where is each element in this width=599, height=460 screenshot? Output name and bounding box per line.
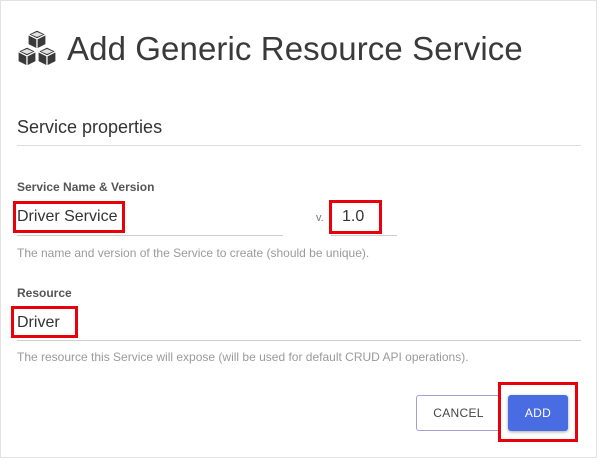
service-name-underline — [17, 235, 283, 236]
section-title: Service properties — [17, 117, 163, 137]
cubes-icon — [17, 29, 57, 67]
resource-underline — [17, 340, 581, 341]
version-underline — [331, 235, 397, 236]
resource-input[interactable]: Driver — [17, 314, 60, 332]
cancel-button[interactable]: CANCEL — [416, 395, 501, 431]
dialog-header: Add Generic Resource Service — [15, 27, 523, 71]
dialog-title: Add Generic Resource Service — [67, 30, 523, 67]
version-prefix: v. — [316, 212, 324, 224]
service-name-help: The name and version of the Service to c… — [17, 246, 370, 260]
resource-label: Resource — [17, 286, 72, 300]
service-name-input[interactable]: Driver Service — [17, 208, 117, 226]
service-name-label: Service Name & Version — [17, 180, 155, 194]
add-button[interactable]: ADD — [508, 395, 568, 431]
section-divider — [17, 145, 581, 146]
add-service-dialog: Add Generic Resource Service Service pro… — [0, 0, 597, 458]
resource-help: The resource this Service will expose (w… — [17, 350, 469, 364]
version-input[interactable]: 1.0 — [342, 208, 364, 226]
